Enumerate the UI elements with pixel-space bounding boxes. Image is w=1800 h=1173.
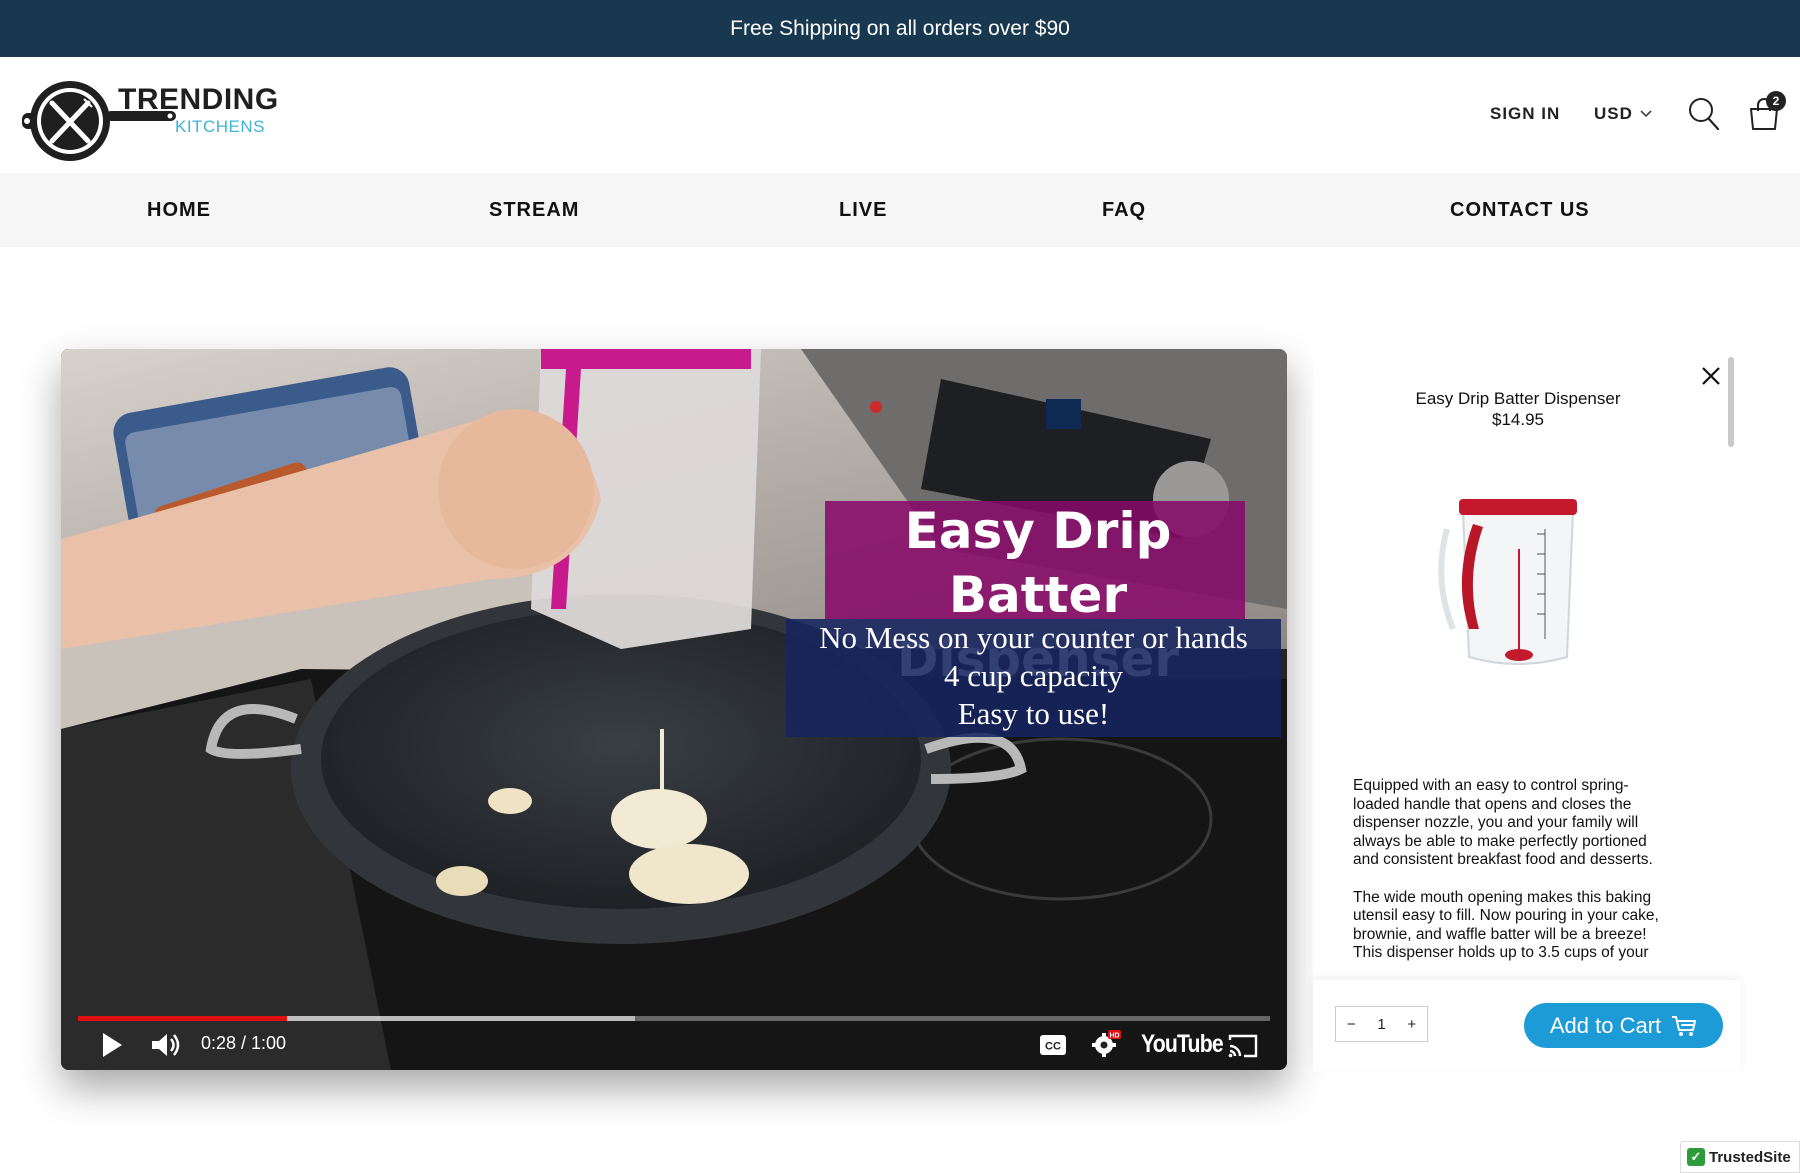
overlay-sub-line-2: 4 cup capacity	[943, 658, 1124, 693]
trustedsite-label: TrustedSite	[1709, 1148, 1791, 1166]
quantity-stepper[interactable]: − 1 +	[1335, 1006, 1428, 1042]
video-time: 0:28 / 1:00	[201, 1033, 287, 1053]
logo-text-trending: TRENDING	[118, 83, 279, 116]
youtube-logo[interactable]: YouTube	[1141, 1030, 1224, 1059]
video-player[interactable]: Easy Drip Batter Dispenser No Mess on yo…	[61, 349, 1287, 1070]
video-progress-bar[interactable]	[78, 1016, 1270, 1021]
overlay-subtitle: No Mess on your counter or hands 4 cup c…	[781, 619, 1286, 733]
close-icon	[1702, 367, 1720, 385]
main-nav: HOME STREAM LIVE FAQ CONTACT US	[0, 173, 1800, 247]
overlay-title-line-1: Easy Drip	[904, 502, 1172, 560]
currency-label: USD	[1594, 104, 1633, 123]
volume-button[interactable]	[151, 1031, 181, 1064]
site-logo[interactable]: TRENDING KITCHENS	[22, 75, 282, 165]
nav-item-faq[interactable]: FAQ	[1102, 199, 1146, 222]
batter-dispenser-image	[1438, 499, 1577, 665]
cc-icon: CC	[1040, 1035, 1066, 1055]
product-image	[1433, 489, 1593, 684]
search-icon	[1689, 98, 1720, 131]
product-description: Equipped with an easy to control spring-…	[1353, 777, 1673, 980]
trustedsite-badge[interactable]: ✓ TrustedSite	[1680, 1141, 1800, 1173]
add-to-cart-button[interactable]: Add to Cart	[1524, 1003, 1723, 1048]
nav-item-contact-us[interactable]: CONTACT US	[1450, 199, 1590, 222]
svg-text:CC: CC	[1045, 1041, 1061, 1053]
product-price: $14.95	[1492, 410, 1544, 429]
nav-item-stream[interactable]: STREAM	[489, 199, 579, 222]
gear-icon: HD	[1092, 1030, 1121, 1057]
cart-button[interactable]: 2	[1748, 91, 1786, 131]
settings-button[interactable]: HD	[1091, 1030, 1121, 1063]
add-to-cart-label: Add to Cart	[1549, 1012, 1662, 1038]
sign-in-link[interactable]: SIGN IN	[1490, 104, 1560, 124]
purchase-bar: − 1 + Add to Cart	[1313, 980, 1741, 1071]
increase-qty-button[interactable]: +	[1407, 1016, 1416, 1033]
cast-button[interactable]	[1228, 1034, 1258, 1063]
currency-selector[interactable]: USD	[1594, 104, 1653, 124]
decrease-qty-button[interactable]: −	[1347, 1016, 1356, 1033]
shopping-cart-icon	[1672, 1015, 1697, 1036]
panel-scrollbar[interactable]	[1728, 357, 1734, 447]
svg-text:HD: HD	[1109, 1033, 1119, 1040]
quantity-value: 1	[1377, 1015, 1386, 1033]
cart-count-badge: 2	[1766, 91, 1786, 111]
announcement-bar: Free Shipping on all orders over $90	[0, 0, 1800, 57]
site-header: TRENDING KITCHENS SIGN IN USD 2	[0, 57, 1800, 173]
logo-text-kitchens: KITCHENS	[175, 117, 265, 136]
checkmark-icon: ✓	[1687, 1148, 1705, 1166]
nav-item-home[interactable]: HOME	[147, 199, 211, 222]
chevron-down-icon	[1640, 110, 1652, 118]
volume-icon	[152, 1034, 180, 1056]
product-description-p2: The wide mouth opening makes this baking…	[1353, 888, 1659, 962]
captions-button[interactable]: CC	[1039, 1034, 1067, 1061]
product-panel: Easy Drip Batter Dispenser $14.95 Equipp…	[1313, 349, 1741, 1071]
nav-item-live[interactable]: LIVE	[839, 199, 887, 222]
overlay-sub-line-3: Easy to use!	[957, 696, 1110, 731]
product-description-p1: Equipped with an easy to control spring-…	[1353, 777, 1653, 869]
play-button[interactable]	[101, 1032, 123, 1063]
announcement-text: Free Shipping on all orders over $90	[730, 16, 1070, 40]
cast-icon	[1228, 1034, 1258, 1058]
play-icon	[103, 1033, 122, 1057]
product-name: Easy Drip Batter Dispenser	[1415, 389, 1621, 408]
search-button[interactable]	[1688, 97, 1720, 136]
progress-played	[78, 1016, 287, 1021]
overlay-sub-line-1: No Mess on your counter or hands	[819, 620, 1248, 655]
